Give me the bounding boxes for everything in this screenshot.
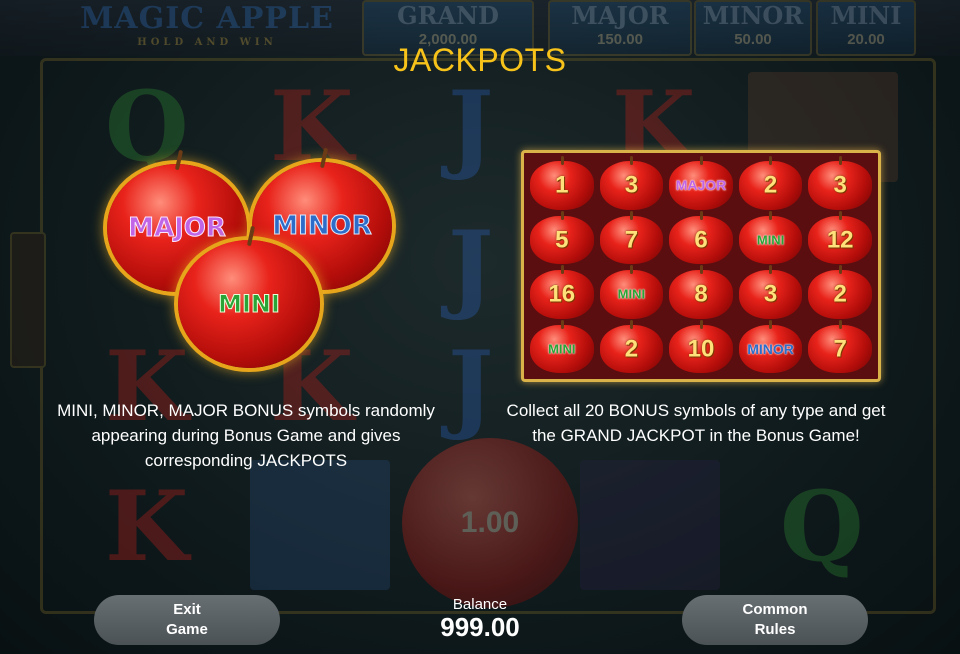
- bonus-apple-value: MINI: [617, 286, 646, 302]
- bonus-apple-value: 3: [833, 171, 847, 199]
- major-jackpot-name: MAJOR: [571, 1, 669, 30]
- bonus-apple-cell: 12: [806, 210, 874, 267]
- bonus-apple-value: 16: [548, 280, 576, 308]
- bonus-apple-cell: 6: [667, 210, 735, 267]
- bonus-apple-cell: 10: [667, 319, 735, 376]
- bonus-symbols-grid: 1 3 MAJOR 2 3 5 7 6 MINI 12 16 MINI 8 3 2 MINI 2 10 MINOR 7: [521, 150, 881, 382]
- left-description-line: MINI, MINOR, MAJOR BONUS symbols randoml…: [57, 401, 435, 420]
- bonus-apple-value: 8: [694, 280, 708, 308]
- bonus-apple-value: 3: [624, 171, 639, 199]
- major-label: MAJOR: [128, 213, 227, 244]
- bonus-apple-value: 7: [624, 226, 639, 254]
- bonus-apple-value: 3: [763, 280, 778, 308]
- bonus-apple-value: 1.00: [460, 506, 520, 539]
- common-rules-label-line2: Rules: [754, 621, 796, 638]
- right-description-line: the GRAND JACKPOT in the Bonus Game!: [532, 426, 860, 445]
- left-description-line: corresponding JACKPOTS: [144, 451, 348, 470]
- grand-jackpot-name: GRAND: [397, 1, 499, 30]
- logo-title: MAGIC APPLE: [80, 1, 334, 36]
- bonus-apple-cell: 7: [598, 210, 666, 267]
- bonus-apple-cell: 2: [806, 265, 874, 321]
- bonus-apple-cell: 2: [598, 319, 666, 376]
- common-rules-button[interactable]: Common Rules: [682, 595, 868, 645]
- bonus-apple-cell: 1: [528, 156, 596, 212]
- bonus-apple-cell: 3: [806, 156, 874, 212]
- common-rules-label-line1: Common: [742, 601, 808, 618]
- princess-portrait-icon: [580, 460, 720, 590]
- bonus-apple-value: 2: [763, 171, 778, 199]
- bonus-apple-cell: 3: [737, 265, 805, 321]
- bonus-apple-cell: 16: [528, 265, 596, 321]
- bonus-apple-cell: 5: [528, 210, 596, 267]
- lines-badge: [10, 232, 46, 368]
- bonus-apple-value: 2: [624, 335, 639, 363]
- reel-symbol-letter: K: [105, 470, 189, 583]
- bonus-apple-value: 12: [826, 226, 854, 254]
- bonus-apple-value: MINI: [756, 232, 785, 247]
- bonus-apple-value: 6: [694, 226, 708, 254]
- reel-symbol-letter: J: [448, 210, 494, 323]
- minor-label: MINOR: [272, 211, 372, 242]
- bonus-apple-value: 1: [555, 171, 569, 199]
- minor-jackpot-name: MINOR: [702, 1, 804, 30]
- bonus-apple-cell: 3: [598, 156, 666, 212]
- castle-symbol-icon: [250, 460, 390, 590]
- bonus-apple-cell: MINI: [737, 210, 805, 267]
- bonus-apple-cell: 7: [806, 319, 874, 376]
- bonus-apple-value: 2: [833, 280, 847, 308]
- bonus-apple-value: 7: [833, 335, 847, 363]
- bonus-apple-value: MINI: [548, 341, 576, 356]
- bonus-apple-value: 5: [555, 226, 569, 254]
- bonus-apple-cell: MINOR: [737, 319, 805, 376]
- mini-apple-icon: MINI: [178, 225, 320, 368]
- bonus-apple-cell: MAJOR: [667, 156, 735, 212]
- bonus-apple-cell: 2: [737, 156, 805, 212]
- bonus-apple-value: MAJOR: [675, 177, 727, 194]
- bonus-apple-cell: MINI: [598, 265, 666, 321]
- bonus-apple-value: MINOR: [747, 340, 794, 357]
- bonus-apple-cell: 8: [667, 265, 735, 321]
- page-title: JACKPOTS: [393, 42, 567, 78]
- left-description-line: appearing during Bonus Game and gives: [91, 426, 401, 445]
- right-description-line: Collect all 20 BONUS symbols of any type…: [506, 401, 886, 420]
- bonus-apple-value: 10: [687, 335, 715, 363]
- mini-jackpot-name: MINI: [830, 1, 902, 30]
- left-description: MINI, MINOR, MAJOR BONUS symbols randoml…: [24, 398, 468, 473]
- reel-symbol-letter: Q: [780, 470, 864, 583]
- mini-label: MINI: [218, 290, 281, 319]
- bonus-apple-cell: MINI: [528, 319, 596, 376]
- reel-symbol-letter: J: [448, 70, 494, 183]
- right-description: Collect all 20 BONUS symbols of any type…: [470, 398, 922, 448]
